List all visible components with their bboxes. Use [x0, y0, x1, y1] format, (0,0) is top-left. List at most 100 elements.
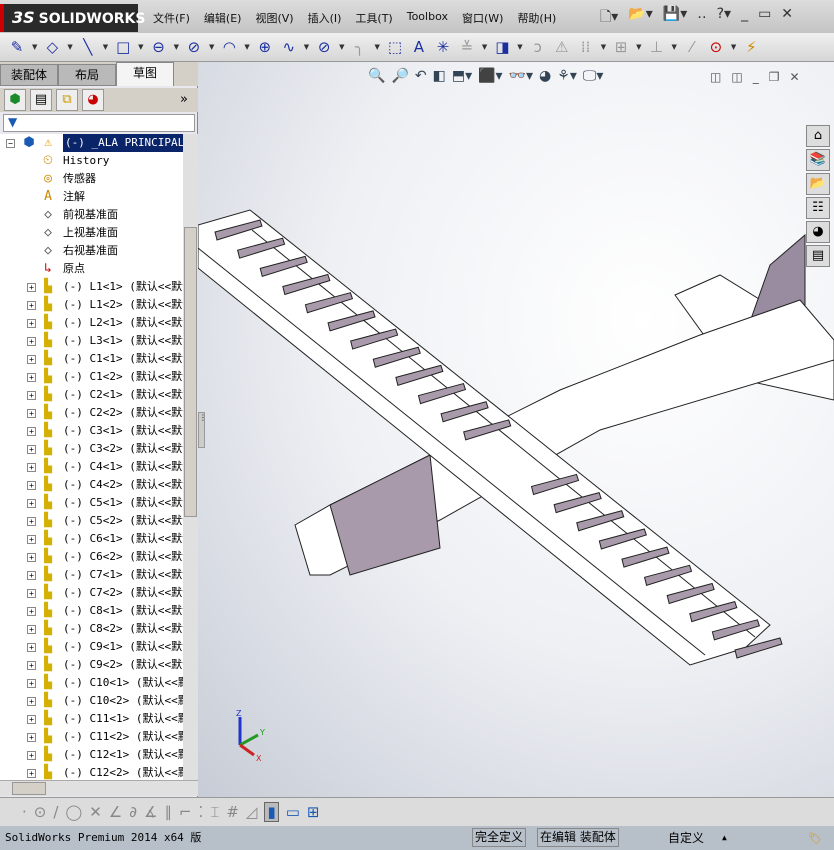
sketch-icon[interactable]: ✎ [8, 38, 26, 56]
view-palette-icon[interactable]: ☷ [806, 197, 830, 219]
apply-scene-icon[interactable]: ⚘▾ [557, 68, 577, 84]
tree-item[interactable]: + ▙ (-) C7<1> (默认<<默认 [0, 566, 183, 584]
intersection-icon[interactable]: ✕ [89, 803, 102, 821]
tree-item[interactable]: + ▙ (-) C5<2> (默认<<默认 [0, 512, 183, 530]
tree-item[interactable]: + ▙ (-) C10<1> (默认<<默 [0, 674, 183, 692]
tree-item[interactable]: + ▙ (-) L1<2> (默认<<默认 [0, 296, 183, 314]
single-view-icon[interactable]: ▭ [286, 803, 300, 821]
menu-item[interactable]: 视图(V) [248, 10, 300, 26]
open-icon[interactable]: 📂▾ [628, 6, 652, 30]
display-style-icon[interactable]: ⬛▾ [478, 68, 502, 84]
expand-icon[interactable]: + [27, 715, 36, 724]
text-icon[interactable]: A [410, 38, 428, 56]
expand-icon[interactable]: + [27, 373, 36, 382]
center-icon[interactable]: ⊙ [34, 803, 47, 821]
previous-view-icon[interactable]: ↶ [415, 68, 427, 84]
tree-item[interactable]: + ▙ (-) C12<1> (默认<<默 [0, 746, 183, 764]
expand-icon[interactable]: + [27, 607, 36, 616]
expand-icon[interactable]: + [27, 301, 36, 310]
close-button[interactable]: ✕ [781, 6, 793, 30]
expand-icon[interactable]: + [27, 625, 36, 634]
tree-item[interactable]: ◇ 上视基准面 [0, 224, 183, 242]
parallel-icon[interactable]: ∥ [164, 803, 172, 821]
tab-layout[interactable]: 布局 [58, 64, 116, 86]
tree-item[interactable]: + ▙ (-) C2<2> (默认<<默认 [0, 404, 183, 422]
tree-item[interactable]: + ▙ (-) C1<1> (默认<<默认 [0, 350, 183, 368]
triangle-icon[interactable]: ◿ [246, 803, 258, 821]
relations-icon[interactable]: ⊥ [647, 38, 665, 56]
horizontal-scroll-thumb[interactable] [12, 782, 46, 795]
smart-dimension-icon[interactable]: ◇ [43, 38, 61, 56]
collapse-icon[interactable]: − [6, 139, 15, 148]
view-orientation-icon[interactable]: ⬒▾ [452, 68, 472, 84]
split-right-icon[interactable]: ◫ [731, 70, 742, 84]
slot-icon[interactable]: ⊖ [150, 38, 168, 56]
tree-item[interactable]: ◇ 右视基准面 [0, 242, 183, 260]
tree-item[interactable]: + ▙ (-) C9<1> (默认<<默认 [0, 638, 183, 656]
angle-icon[interactable]: ∠ [109, 803, 122, 821]
tree-item[interactable]: + ▙ (-) C6<2> (默认<<默认 [0, 548, 183, 566]
tree-item[interactable]: ◎ 传感器 [0, 170, 183, 188]
menu-item[interactable]: 帮助(H) [510, 10, 563, 26]
tree-item[interactable]: ↳ 原点 [0, 260, 183, 278]
menu-item[interactable]: Toolbox [400, 10, 455, 26]
menu-item[interactable]: 文件(F) [146, 10, 197, 26]
four-view-icon[interactable]: ⊞ [307, 803, 320, 821]
tree-item[interactable]: + ▙ (-) L1<1> (默认<<默认 [0, 278, 183, 296]
tree-item[interactable]: + ▙ (-) C3<1> (默认<<默认 [0, 422, 183, 440]
endpoint-icon[interactable]: ⁚ [199, 803, 204, 821]
save-icon[interactable]: 💾▾ [663, 6, 687, 30]
tree-item[interactable]: + ▙ (-) C1<2> (默认<<默认 [0, 368, 183, 386]
menu-item[interactable]: 工具(T) [348, 10, 399, 26]
warning-icon[interactable]: ⚠ [553, 38, 571, 56]
tree-item[interactable]: + ▙ (-) C6<1> (默认<<默认 [0, 530, 183, 548]
tree-item[interactable]: −⬢ ⚠ (-) _ALA PRINCIPAL<1 [0, 134, 183, 152]
more-tabs-button[interactable]: » [180, 92, 188, 107]
menu-item[interactable]: 插入(I) [301, 10, 349, 26]
tree-item[interactable]: + ▙ (-) C9<2> (默认<<默认 [0, 656, 183, 674]
point-icon[interactable]: · [22, 803, 27, 821]
tangent-icon[interactable]: ∂ [129, 803, 137, 821]
appearances-icon[interactable]: ◕ [806, 221, 830, 243]
units-selector[interactable]: 自定义 [668, 827, 704, 849]
spline-icon[interactable]: ∿ [280, 38, 298, 56]
circle-icon[interactable]: ◯ [65, 803, 82, 821]
expand-icon[interactable]: + [27, 391, 36, 400]
view-settings-icon[interactable]: 🖵▾ [583, 68, 604, 84]
instant2d-icon[interactable]: ⊙ [707, 38, 725, 56]
expand-icon[interactable]: + [27, 535, 36, 544]
corner-icon[interactable]: ⌐ [179, 803, 192, 821]
expand-icon[interactable]: + [27, 697, 36, 706]
ellipse-icon[interactable]: ⊘ [315, 38, 333, 56]
filter-field[interactable]: ▼ [3, 114, 195, 132]
expand-icon[interactable]: + [27, 499, 36, 508]
rectangle-icon[interactable]: □ [114, 38, 132, 56]
expand-icon[interactable]: + [27, 661, 36, 670]
units-arrow-icon[interactable]: ▲ [722, 827, 727, 849]
menu-item[interactable]: 窗口(W) [455, 10, 510, 26]
tree-item[interactable]: + ▙ (-) C8<2> (默认<<默认 [0, 620, 183, 638]
graphics-area[interactable]: 🔍 🔎 ↶ ◧ ⬒▾ ⬛▾ 👓▾ ◕ ⚘▾ 🖵▾ ◫ ◫ _ ❐ ✕ ⋮ Z Y… [198, 62, 834, 797]
panel-collapse-handle[interactable]: ⋮ [198, 412, 207, 448]
expand-icon[interactable]: + [27, 337, 36, 346]
move-icon[interactable]: ⊞ [612, 38, 630, 56]
expand-icon[interactable]: + [27, 355, 36, 364]
zoom-area-icon[interactable]: 🔎 [391, 68, 408, 84]
solidworks-logo[interactable]: 3S SOLIDWORKS [0, 4, 145, 32]
tree-item[interactable]: + ▙ (-) C11<1> (默认<<默 [0, 710, 183, 728]
tab-assembly[interactable]: 装配体 [0, 64, 58, 86]
expand-icon[interactable]: + [27, 589, 36, 598]
tree-item[interactable]: A 注解 [0, 188, 183, 206]
tree-item[interactable]: + ▙ (-) L3<1> (默认<<默认 [0, 332, 183, 350]
more-icon[interactable]: ‥ [697, 6, 706, 30]
fillet-icon[interactable]: ╮ [351, 38, 369, 56]
expand-icon[interactable]: + [27, 319, 36, 328]
edit-appearance-icon[interactable]: ◕ [539, 68, 551, 84]
split-left-icon[interactable]: ◫ [710, 70, 721, 84]
zoom-to-fit-icon[interactable]: 🔍 [368, 68, 385, 84]
tree-item[interactable]: + ▙ (-) C11<2> (默认<<默 [0, 728, 183, 746]
restore-button[interactable]: ▭ [758, 6, 771, 30]
hide-show-icon[interactable]: 👓▾ [509, 68, 533, 84]
configuration-manager-icon[interactable]: ⧉ [56, 89, 78, 111]
expand-icon[interactable]: + [27, 445, 36, 454]
